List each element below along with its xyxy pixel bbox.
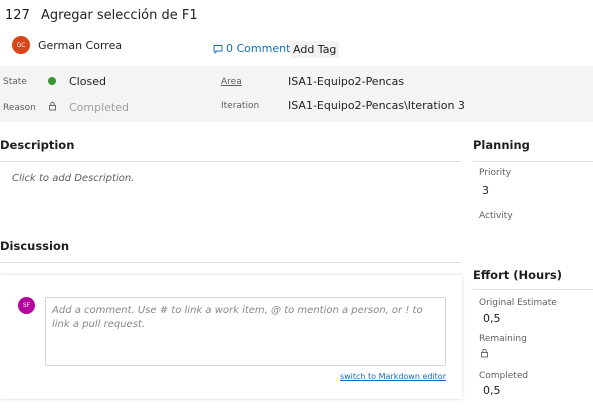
- planning-divider: [473, 161, 593, 162]
- effort-heading: Effort (Hours): [473, 268, 562, 282]
- comments-link[interactable]: 0 Comments: [213, 42, 296, 55]
- priority-field[interactable]: 3: [482, 184, 489, 197]
- work-item-title[interactable]: Agregar selección de F1: [41, 8, 198, 23]
- effort-divider: [473, 289, 593, 290]
- reason-label: Reason: [3, 103, 36, 113]
- description-editor[interactable]: Click to add Description.: [12, 173, 134, 184]
- completed-field[interactable]: 0,5: [483, 384, 501, 397]
- lock-icon: [49, 101, 56, 111]
- comments-count: 0 Comments: [226, 42, 297, 55]
- state-label: State: [3, 77, 27, 87]
- state-field[interactable]: Closed: [69, 75, 106, 88]
- discussion-card: SF Add a comment. Use # to link a work i…: [0, 275, 462, 399]
- iteration-field[interactable]: ISA1-Equipo2-Pencas\Iteration 3: [288, 99, 465, 112]
- area-label: Area: [221, 77, 242, 87]
- avatar: SF: [18, 297, 35, 314]
- description-heading: Description: [0, 138, 75, 152]
- assigned-to[interactable]: GC German Correa: [12, 36, 122, 54]
- assigned-to-name: German Correa: [38, 38, 123, 52]
- description-divider: [0, 161, 461, 162]
- priority-label: Priority: [479, 168, 512, 178]
- comment-icon: [213, 44, 223, 54]
- add-tag-button[interactable]: Add Tag: [290, 41, 340, 58]
- planning-heading: Planning: [473, 138, 530, 152]
- remaining-label: Remaining: [479, 334, 527, 344]
- reason-field: Completed: [69, 101, 129, 114]
- original-estimate-field[interactable]: 0,5: [483, 312, 501, 325]
- completed-label: Completed: [479, 371, 529, 381]
- work-item-header: 127 Agregar selección de F1: [5, 8, 198, 26]
- comment-input[interactable]: Add a comment. Use # to link a work item…: [45, 297, 446, 366]
- discussion-heading: Discussion: [0, 239, 70, 253]
- discussion-divider: [0, 262, 461, 263]
- avatar: GC: [12, 36, 30, 54]
- area-field[interactable]: ISA1-Equipo2-Pencas: [288, 75, 404, 88]
- state-indicator-icon: [48, 77, 56, 85]
- original-estimate-label: Original Estimate: [479, 298, 557, 308]
- iteration-label: Iteration: [221, 101, 260, 111]
- activity-label: Activity: [479, 211, 513, 221]
- lock-icon: [481, 348, 488, 358]
- work-item-id: 127: [5, 8, 30, 23]
- switch-markdown-link[interactable]: switch to Markdown editor: [340, 372, 446, 381]
